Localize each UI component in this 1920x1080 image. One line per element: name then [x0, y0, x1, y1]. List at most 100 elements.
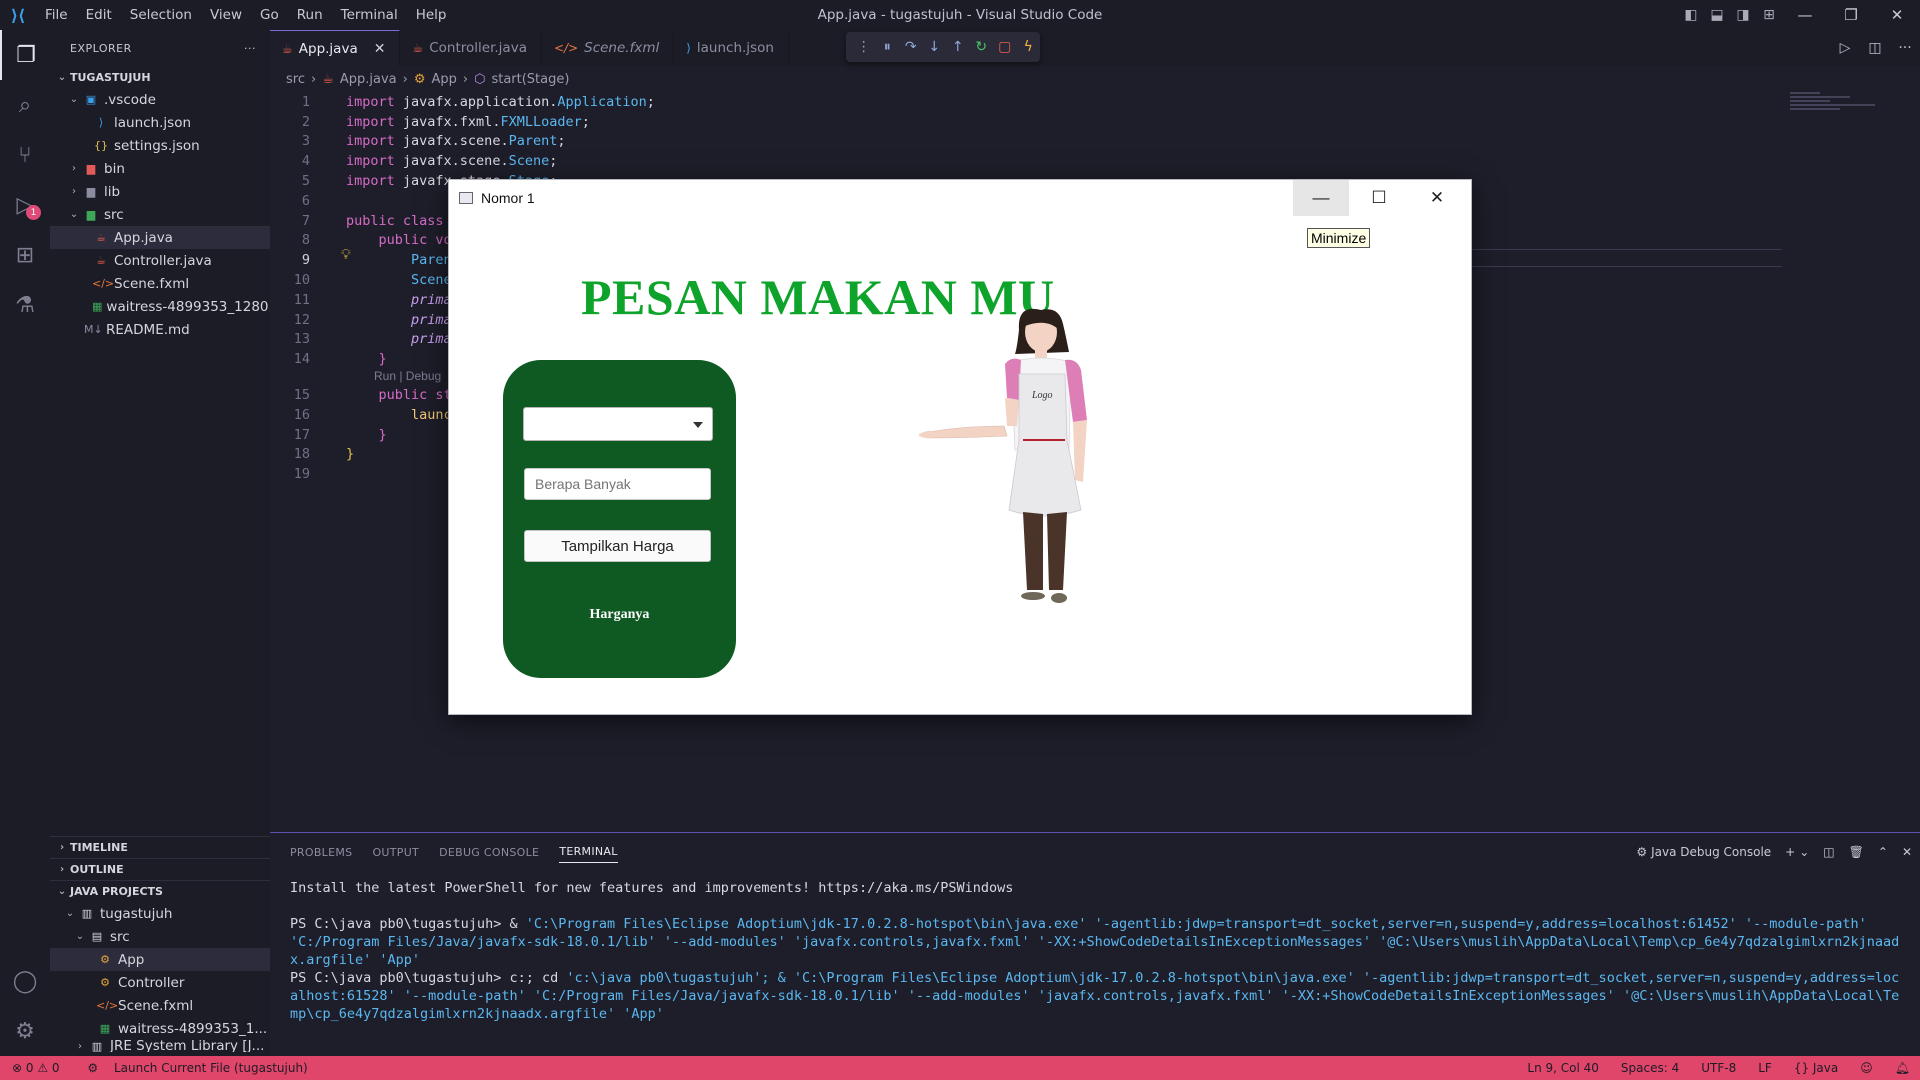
menu-help[interactable]: Help [407, 7, 456, 23]
project-class-controller[interactable]: ⚙ Controller [50, 971, 270, 994]
fx-title-bar[interactable]: Nomor 1 — ☐ ✕ [449, 180, 1471, 216]
tree-item-readme[interactable]: M↓ README.md [50, 318, 270, 341]
cursor-position[interactable]: Ln 9, Col 40 [1527, 1061, 1599, 1075]
breadcrumb-file[interactable]: App.java [340, 72, 397, 87]
gear-icon[interactable]: ⚙ [0, 1006, 50, 1056]
menu-view[interactable]: View [201, 7, 251, 23]
search-icon[interactable]: ⌕ [0, 80, 50, 130]
pause-icon[interactable]: ⏸ [876, 32, 900, 62]
minimap[interactable] [1790, 92, 1880, 132]
tree-item-controller-java[interactable]: ☕ Controller.java [50, 249, 270, 272]
stop-icon[interactable]: ▢ [993, 32, 1017, 62]
outline-section[interactable]: › OUTLINE [50, 858, 270, 880]
run-icon[interactable]: ▷ [1830, 40, 1860, 56]
timeline-section[interactable]: › TIMELINE [50, 836, 270, 858]
workspace-section[interactable]: ⌄ TUGASTUJUH [50, 66, 270, 88]
menu-selection[interactable]: Selection [121, 7, 201, 23]
breadcrumb-method[interactable]: start(Stage) [491, 72, 569, 87]
restart-icon[interactable]: ↻ [970, 32, 994, 62]
restore-icon[interactable]: ❐ [1828, 0, 1874, 30]
feedback-icon[interactable]: ☺ [1860, 1061, 1873, 1075]
tab-label: Controller.java [429, 40, 527, 56]
tab-problems[interactable]: PROBLEMS [290, 842, 352, 863]
problems-status[interactable]: ⊗ 0 ⚠ 0 [12, 1061, 60, 1075]
project-jre-library[interactable]: › ▥ JRE System Library [J... [50, 1040, 270, 1052]
tab-scene-fxml[interactable]: </> Scene.fxml [541, 30, 675, 66]
encoding-status[interactable]: UTF-8 [1701, 1061, 1736, 1075]
indentation-status[interactable]: Spaces: 4 [1621, 1061, 1679, 1075]
fx-maximize-icon[interactable]: ☐ [1351, 180, 1407, 216]
close-icon[interactable]: ✕ [374, 41, 386, 57]
project-class-app[interactable]: ⚙ App [50, 948, 270, 971]
menu-file[interactable]: File [36, 7, 77, 23]
split-terminal-icon[interactable]: ◫ [1823, 845, 1834, 859]
more-actions-icon[interactable]: ··· [1890, 40, 1920, 56]
tab-label: launch.json [696, 40, 774, 56]
eol-status[interactable]: LF [1758, 1061, 1772, 1075]
tab-debug-console[interactable]: DEBUG CONSOLE [439, 842, 539, 863]
maximize-panel-icon[interactable]: ⌃ [1878, 845, 1888, 859]
toggle-sidebar-icon[interactable]: ◧ [1678, 0, 1704, 30]
explorer-icon[interactable]: ❐ [0, 30, 50, 80]
tab-app-java[interactable]: ☕ App.java ✕ [270, 30, 401, 66]
drag-handle-icon[interactable]: ⋮ [852, 32, 876, 62]
chevron-down-icon[interactable]: ⌄ [1799, 845, 1809, 859]
hot-reload-icon[interactable]: ϟ [1017, 32, 1041, 62]
tree-item-settings-json[interactable]: {} settings.json [50, 134, 270, 157]
toggle-panel-icon[interactable]: ⬓ [1704, 0, 1730, 30]
source-control-icon[interactable]: ⑂ [0, 130, 50, 180]
project-waitress-image[interactable]: ▦ waitress-4899353_1... [50, 1017, 270, 1040]
breadcrumb-src[interactable]: src [286, 72, 305, 87]
testing-icon[interactable]: ⚗ [0, 280, 50, 330]
launch-status[interactable]: ⚙ Launch Current File (tugastujuh) [75, 1061, 307, 1075]
tab-terminal[interactable]: TERMINAL [559, 841, 618, 863]
menu-edit[interactable]: Edit [77, 7, 121, 23]
add-terminal-icon[interactable]: + [1785, 845, 1795, 859]
step-over-icon[interactable]: ↷ [899, 32, 923, 62]
customize-layout-icon[interactable]: ⊞ [1756, 0, 1782, 30]
language-status[interactable]: {} Java [1794, 1061, 1838, 1075]
tree-item-scene-fxml[interactable]: </> Scene.fxml [50, 272, 270, 295]
tab-launch-json[interactable]: ⟩ launch.json [674, 30, 789, 66]
minimize-icon[interactable]: — [1782, 0, 1828, 30]
more-actions-icon[interactable]: ··· [244, 42, 256, 55]
run-debug-icon[interactable]: ▷ 1 [0, 180, 50, 230]
split-editor-icon[interactable]: ◫ [1860, 40, 1890, 56]
bell-icon[interactable]: 🔔︎ [1895, 1061, 1910, 1075]
tree-item-src[interactable]: ⌄ ▆ src [50, 203, 270, 226]
lightbulb-icon[interactable]: 💡︎ [341, 247, 351, 263]
menu-run[interactable]: Run [288, 7, 332, 23]
project-scene-fxml[interactable]: </> Scene.fxml [50, 994, 270, 1017]
breadcrumb-class[interactable]: App [431, 72, 456, 87]
menu-combo-box[interactable] [523, 407, 713, 441]
quantity-input[interactable] [524, 468, 711, 500]
tree-item-app-java[interactable]: ☕ App.java [50, 226, 270, 249]
tree-item-waitress-image[interactable]: ▦ waitress-4899353_1280.... [50, 295, 270, 318]
tab-output[interactable]: OUTPUT [372, 842, 419, 863]
show-price-button[interactable]: Tampilkan Harga [524, 530, 711, 562]
project-src[interactable]: ⌄ ▤ src [50, 925, 270, 948]
java-projects-section[interactable]: ⌄ JAVA PROJECTS [50, 880, 270, 902]
menu-terminal[interactable]: Terminal [332, 7, 407, 23]
tree-item-vscode[interactable]: ⌄ ▣ .vscode [50, 88, 270, 111]
extensions-icon[interactable]: ⊞ [0, 230, 50, 280]
tree-item-launch-json[interactable]: ⟩ launch.json [50, 111, 270, 134]
tree-item-bin[interactable]: › ▆ bin [50, 157, 270, 180]
step-into-icon[interactable]: ↓ [923, 32, 947, 62]
close-panel-icon[interactable]: ✕ [1902, 845, 1912, 859]
chevron-down-icon [693, 422, 703, 428]
terminal-selector[interactable]: Java Debug Console [1651, 845, 1771, 859]
tree-item-label: README.md [106, 321, 190, 338]
terminal-output[interactable]: Install the latest PowerShell for new fe… [270, 871, 1920, 1023]
close-icon[interactable]: ✕ [1874, 0, 1920, 30]
fx-minimize-icon[interactable]: — [1293, 180, 1349, 216]
toggle-secondary-sidebar-icon[interactable]: ◨ [1730, 0, 1756, 30]
project-tugastujuh[interactable]: ⌄ ▥ tugastujuh [50, 902, 270, 925]
tree-item-lib[interactable]: › ▆ lib [50, 180, 270, 203]
step-out-icon[interactable]: ↑ [946, 32, 970, 62]
trash-icon[interactable]: 🗑︎ [1849, 845, 1864, 859]
fx-close-icon[interactable]: ✕ [1409, 180, 1465, 216]
menu-go[interactable]: Go [251, 7, 288, 23]
tab-controller-java[interactable]: ☕ Controller.java [400, 30, 542, 66]
account-icon[interactable]: ◯ [0, 956, 50, 1006]
